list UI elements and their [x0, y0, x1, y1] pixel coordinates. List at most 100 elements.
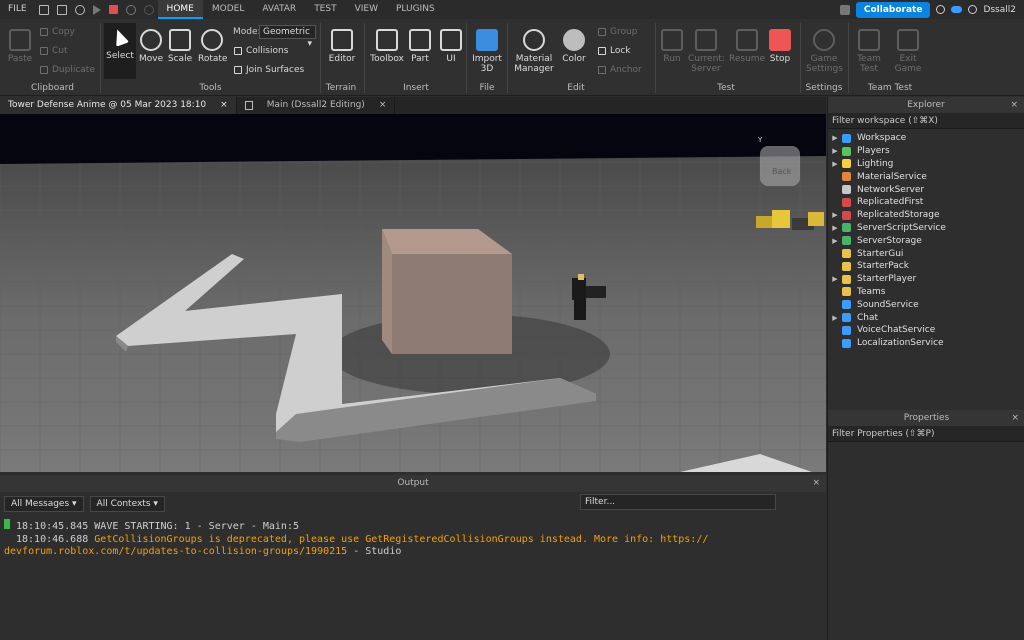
- explorer-item-localizationservice[interactable]: LocalizationService: [828, 337, 1024, 350]
- explorer-item-starterpack[interactable]: StarterPack: [828, 260, 1024, 273]
- mode-select[interactable]: Geometric ▾: [259, 25, 316, 49]
- help-icon[interactable]: [936, 5, 946, 14]
- redo-icon[interactable]: [143, 4, 154, 15]
- expand-arrow-icon[interactable]: ▶: [828, 224, 842, 232]
- contexts-filter-select[interactable]: All Contexts ▾: [89, 496, 165, 512]
- duplicate-button[interactable]: Duplicate: [40, 65, 95, 75]
- join-surfaces-toggle[interactable]: Join Surfaces: [234, 65, 304, 75]
- import-3d-button[interactable]: Import 3D: [472, 29, 502, 74]
- undo-icon[interactable]: [125, 4, 136, 15]
- explorer-item-networkserver[interactable]: NetworkServer: [828, 183, 1024, 196]
- ui-button[interactable]: UI: [440, 29, 462, 64]
- game-viewport[interactable]: Back Y: [0, 114, 826, 472]
- terrain-editor-button[interactable]: Editor: [328, 29, 356, 64]
- cursor-icon: [110, 27, 130, 47]
- copy-icon: [40, 28, 48, 36]
- close-icon[interactable]: ×: [812, 475, 820, 492]
- checkbox-icon: [234, 47, 242, 55]
- stop-button[interactable]: Stop: [767, 29, 793, 64]
- tab-main-script[interactable]: Main (Dssall2 Editing) ×: [237, 97, 396, 114]
- select-button[interactable]: Select: [104, 23, 136, 79]
- tab-view[interactable]: VIEW: [346, 0, 387, 19]
- copy-button[interactable]: Copy: [40, 27, 75, 37]
- new-file-icon[interactable]: [38, 4, 49, 15]
- service-icon: [842, 133, 851, 143]
- explorer-item-workspace[interactable]: ▶ Workspace: [828, 132, 1024, 145]
- current-server-button[interactable]: Current: Server: [688, 29, 725, 74]
- cut-button[interactable]: Cut: [40, 46, 68, 56]
- part-button[interactable]: Part: [408, 29, 432, 64]
- tab-avatar[interactable]: AVATAR: [253, 0, 305, 19]
- refresh-icon[interactable]: [74, 4, 85, 15]
- run-button[interactable]: Run: [660, 29, 684, 64]
- group-button[interactable]: Group: [598, 27, 637, 37]
- share-icon[interactable]: [968, 5, 978, 14]
- explorer-item-label: ReplicatedFirst: [857, 197, 924, 208]
- material-manager-button[interactable]: Material Manager: [514, 29, 554, 74]
- username[interactable]: Dssall2: [983, 5, 1016, 15]
- explorer-item-materialservice[interactable]: MaterialService: [828, 170, 1024, 183]
- explorer-item-starterplayer[interactable]: ▶ StarterPlayer: [828, 273, 1024, 286]
- close-icon[interactable]: ×: [1010, 97, 1018, 113]
- play-icon[interactable]: [92, 4, 101, 15]
- collaborate-button[interactable]: Collaborate: [855, 1, 931, 18]
- explorer-item-label: ServerStorage: [857, 235, 922, 246]
- toolbox-button[interactable]: Toolbox: [370, 29, 404, 64]
- expand-arrow-icon[interactable]: ▶: [828, 211, 842, 219]
- tab-plugins[interactable]: PLUGINS: [387, 0, 444, 19]
- stop-icon[interactable]: [108, 5, 118, 14]
- messages-filter-select[interactable]: All Messages ▾: [4, 496, 84, 512]
- tab-test[interactable]: TEST: [305, 0, 345, 19]
- collisions-toggle[interactable]: Collisions: [234, 46, 288, 56]
- expand-arrow-icon[interactable]: ▶: [828, 134, 842, 142]
- explorer-item-players[interactable]: ▶ Players: [828, 145, 1024, 158]
- explorer-item-label: LocalizationService: [857, 338, 944, 349]
- close-icon[interactable]: ×: [220, 97, 228, 114]
- expand-arrow-icon[interactable]: ▶: [828, 275, 842, 283]
- anchor-button[interactable]: Anchor: [598, 65, 642, 75]
- output-filter-input[interactable]: Filter...: [580, 494, 776, 510]
- resume-button[interactable]: Resume: [729, 29, 765, 64]
- game-settings-button[interactable]: Game Settings: [806, 29, 843, 74]
- output-log: 18:10:45.845 WAVE STARTING: 1 - Server -…: [0, 515, 826, 563]
- explorer-item-soundservice[interactable]: SoundService: [828, 298, 1024, 311]
- explorer-item-replicatedstorage[interactable]: ▶ ReplicatedStorage: [828, 209, 1024, 222]
- settings-icon[interactable]: [839, 4, 850, 15]
- open-file-icon[interactable]: [56, 4, 67, 15]
- expand-arrow-icon[interactable]: ▶: [828, 147, 842, 155]
- explorer-item-teams[interactable]: Teams: [828, 286, 1024, 299]
- close-icon[interactable]: ×: [1011, 410, 1019, 426]
- exit-game-button[interactable]: Exit Game: [893, 29, 923, 74]
- rotate-button[interactable]: Rotate: [198, 29, 227, 64]
- explorer-item-serverstorage[interactable]: ▶ ServerStorage: [828, 234, 1024, 247]
- tab-home[interactable]: HOME: [157, 0, 203, 19]
- expand-arrow-icon[interactable]: ▶: [828, 237, 842, 245]
- cloud-icon[interactable]: [951, 6, 963, 13]
- properties-title: Properties ×: [828, 410, 1024, 426]
- explorer-item-label: Chat: [857, 312, 879, 323]
- color-button[interactable]: Color: [561, 29, 587, 64]
- tab-model[interactable]: MODEL: [203, 0, 253, 19]
- lock-button[interactable]: Lock: [598, 46, 631, 56]
- explorer-item-serverscriptservice[interactable]: ▶ ServerScriptService: [828, 222, 1024, 235]
- file-menu[interactable]: FILE: [0, 0, 35, 19]
- properties-filter-input[interactable]: Filter Properties (⇧⌘P): [828, 426, 1024, 442]
- expand-arrow-icon[interactable]: ▶: [828, 314, 842, 322]
- explorer-filter-input[interactable]: Filter workspace (⇧⌘X): [828, 113, 1024, 129]
- scale-button[interactable]: Scale: [167, 29, 193, 64]
- service-icon: [842, 338, 851, 348]
- explorer-item-label: VoiceChatService: [857, 325, 936, 336]
- paste-button[interactable]: Paste: [6, 29, 34, 64]
- tab-server-session[interactable]: Tower Defense Anime @ 05 Mar 2023 18:10 ×: [0, 97, 237, 114]
- expand-arrow-icon[interactable]: ▶: [828, 160, 842, 168]
- explorer-item-replicatedfirst[interactable]: ReplicatedFirst: [828, 196, 1024, 209]
- explorer-item-voicechatservice[interactable]: VoiceChatService: [828, 324, 1024, 337]
- close-icon[interactable]: ×: [379, 97, 387, 114]
- team-test-button[interactable]: Team Test: [854, 29, 884, 74]
- explorer-item-chat[interactable]: ▶ Chat: [828, 311, 1024, 324]
- service-icon: [842, 146, 851, 156]
- explorer-item-lighting[interactable]: ▶ Lighting: [828, 158, 1024, 171]
- explorer-item-startergui[interactable]: StarterGui: [828, 247, 1024, 260]
- output-panel: Output × All Messages ▾ All Contexts ▾ Fi…: [0, 475, 826, 640]
- move-button[interactable]: Move: [139, 29, 163, 64]
